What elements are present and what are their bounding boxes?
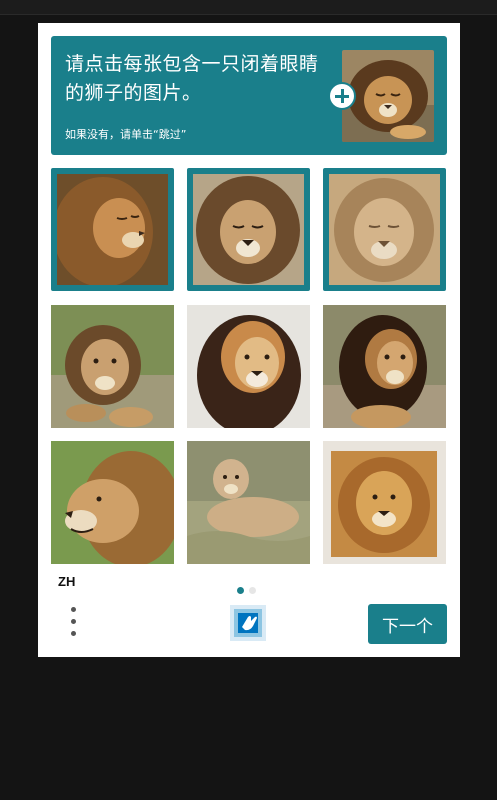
image-tile-1[interactable] (51, 168, 174, 291)
lion-image (187, 305, 310, 428)
image-tile-5[interactable] (187, 305, 310, 428)
image-tile-6[interactable] (323, 305, 446, 428)
plus-icon[interactable] (328, 82, 356, 110)
lion-image (193, 174, 304, 285)
page-dot-active (237, 587, 244, 594)
lion-image (187, 441, 310, 564)
lion-image (329, 174, 440, 285)
next-button[interactable]: 下一个 (368, 604, 447, 644)
lion-image (323, 441, 446, 564)
challenge-prompt: 请点击每张包含一只闭着眼睛的狮子的图片。 如果没有，请单击“跳过” (51, 36, 447, 155)
page-dot-inactive (249, 587, 256, 594)
prompt-subtext: 如果没有，请单击“跳过” (65, 128, 187, 141)
page-indicator (237, 579, 261, 594)
image-tile-7[interactable] (51, 441, 174, 564)
prompt-text: 请点击每张包含一只闭着眼睛的狮子的图片。 (65, 53, 319, 104)
image-tile-2[interactable] (187, 168, 310, 291)
captcha-dialog: 请点击每张包含一只闭着眼睛的狮子的图片。 如果没有，请单击“跳过” ZH 下一个 (38, 23, 460, 657)
image-tile-9[interactable] (323, 441, 446, 564)
vertical-dots-icon[interactable] (66, 607, 82, 641)
image-tile-3[interactable] (323, 168, 446, 291)
image-tile-8[interactable] (187, 441, 310, 564)
lion-image (57, 174, 168, 285)
language-selector[interactable]: ZH (58, 574, 75, 589)
lion-image (51, 441, 174, 564)
status-bar (0, 0, 497, 15)
lion-image (51, 305, 174, 428)
image-tile-4[interactable] (51, 305, 174, 428)
hcaptcha-hand-icon (226, 601, 270, 645)
lion-image (323, 305, 446, 428)
